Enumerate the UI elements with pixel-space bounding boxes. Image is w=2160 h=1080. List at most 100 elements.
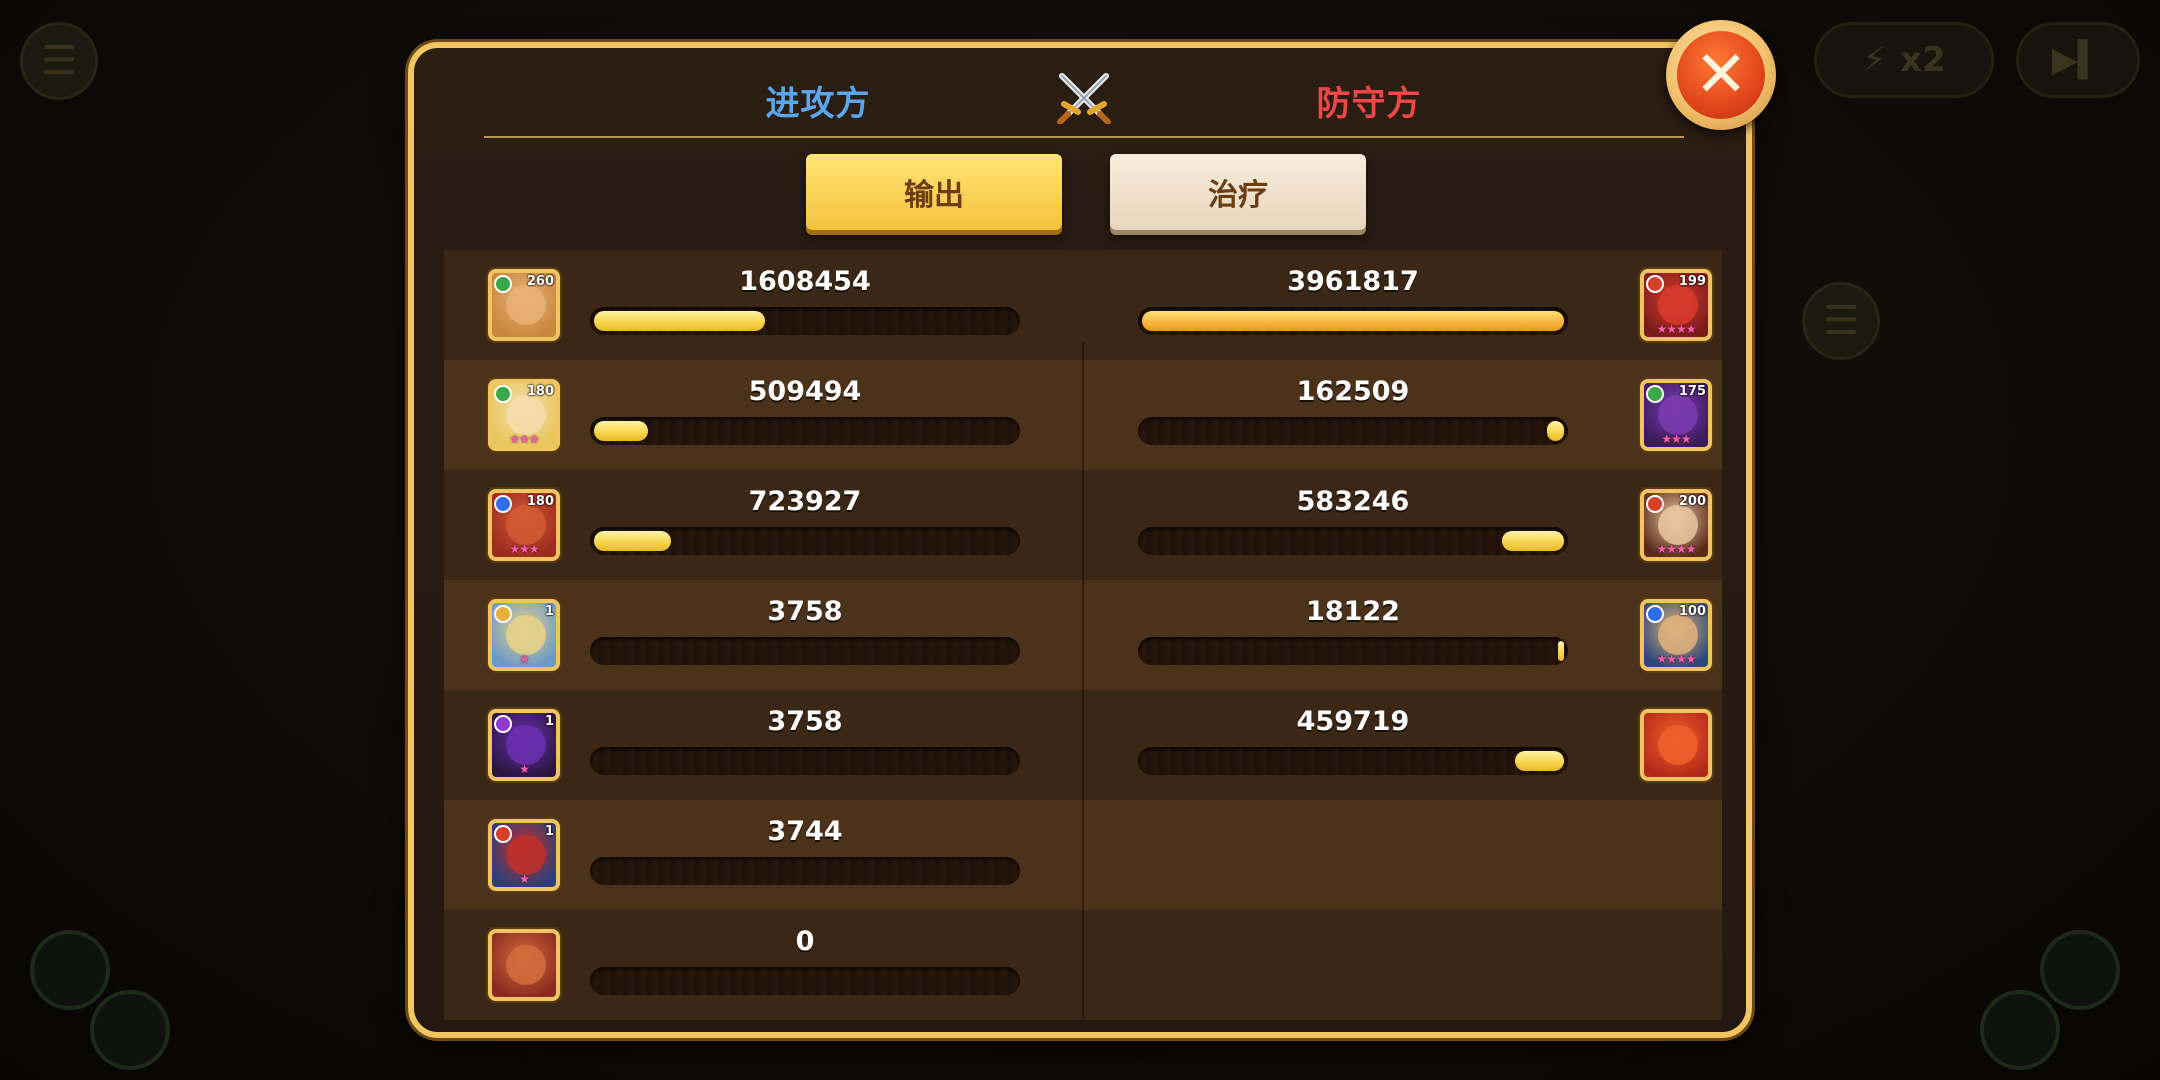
skill-orb-right-2: [1980, 990, 2060, 1070]
speed-button: ⚡ x2: [1814, 22, 1994, 98]
skill-orb-left: [30, 930, 110, 1010]
damage-value: 3961817: [1287, 266, 1419, 297]
hero-avatar[interactable]: 175 ★★★: [1640, 379, 1712, 451]
hero-level: 200: [1678, 494, 1706, 509]
hero-avatar[interactable]: 100 ★★★★: [1640, 599, 1712, 671]
battle-stats-panel: 进攻方 防守方 输出 治疗 0 1 ★ 3744 1 ★ 3758 459719 1 ★ 3758 1…: [408, 42, 1752, 1038]
damage-value: 509494: [748, 376, 862, 407]
defender-entry: 459719: [1102, 690, 1722, 800]
hero-avatar[interactable]: 1 ★: [488, 819, 560, 891]
damage-bar: [1138, 637, 1568, 665]
close-button[interactable]: ✕: [1666, 20, 1776, 130]
hero-level: 175: [1678, 384, 1706, 399]
faction-icon: [1646, 385, 1664, 403]
skip-button: ▶▍: [2016, 22, 2140, 98]
hero-stars: ★★★★: [1656, 322, 1696, 336]
hero-level: 180: [526, 384, 554, 399]
hero-avatar[interactable]: [1640, 709, 1712, 781]
damage-bar-fill: [1142, 311, 1564, 331]
hero-stars: ★★★: [509, 542, 539, 556]
hero-avatar[interactable]: 180 ★★★: [488, 379, 560, 451]
attacker-entry: 180 ★★★ 723927: [444, 470, 1064, 580]
hero-portrait-icon: [1658, 395, 1698, 435]
hero-level: 1: [544, 604, 554, 619]
attacker-entry: 1 ★ 3758: [444, 580, 1064, 690]
attacker-entry: 260 1608454: [444, 250, 1064, 360]
hero-portrait-icon: [506, 945, 546, 985]
stats-table: 0 1 ★ 3744 1 ★ 3758 459719 1 ★ 3758 100 ★★★★ 18122 180…: [444, 250, 1722, 1020]
hero-avatar[interactable]: 260: [488, 269, 560, 341]
damage-bar: [590, 857, 1020, 885]
hero-portrait-icon: [506, 835, 546, 875]
damage-bar: [590, 747, 1020, 775]
damage-bar-fill: [1547, 421, 1564, 441]
damage-value: 0: [795, 926, 815, 957]
hero-portrait-icon: [506, 395, 546, 435]
hero-portrait-icon: [506, 615, 546, 655]
skill-orb-right: [2040, 930, 2120, 1010]
hero-level: 180: [526, 494, 554, 509]
damage-bar-fill: [594, 311, 765, 331]
damage-value: 3744: [767, 816, 843, 847]
tab-heal[interactable]: 治疗: [1110, 154, 1366, 230]
hero-portrait-icon: [1658, 505, 1698, 545]
hero-stars: ★★★★: [1656, 652, 1696, 666]
hero-level: 100: [1678, 604, 1706, 619]
faction-icon: [494, 715, 512, 733]
attacker-entry: 1 ★ 3744: [444, 800, 1064, 910]
damage-value: 3758: [767, 706, 843, 737]
panel-header: 进攻方 防守方: [414, 48, 1746, 140]
crossed-swords-icon: [1057, 73, 1111, 124]
damage-bar: [1138, 747, 1568, 775]
damage-bar-fill: [1515, 751, 1564, 771]
hero-portrait-icon: [506, 725, 546, 765]
damage-value: 459719: [1296, 706, 1410, 737]
damage-bar: [590, 637, 1020, 665]
tab-damage[interactable]: 输出: [806, 154, 1062, 230]
damage-value: 162509: [1296, 376, 1410, 407]
hero-stars: ★: [519, 652, 530, 666]
damage-value: 1608454: [739, 266, 871, 297]
hero-avatar[interactable]: [488, 929, 560, 1001]
hero-stars: ★★★: [1661, 432, 1691, 446]
defender-entry: 100 ★★★★ 18122: [1102, 580, 1722, 690]
hero-stars: ★★★★: [1656, 542, 1696, 556]
damage-bar: [1138, 527, 1568, 555]
hero-avatar[interactable]: 180 ★★★: [488, 489, 560, 561]
faction-icon: [494, 275, 512, 293]
lightning-icon: ⚡: [1862, 40, 1887, 80]
hero-portrait-icon: [506, 285, 546, 325]
hero-stars: ★: [519, 762, 530, 776]
defender-entry: 200 ★★★★ 583246: [1102, 470, 1722, 580]
faction-icon: [494, 385, 512, 403]
hero-avatar[interactable]: 200 ★★★★: [1640, 489, 1712, 561]
hero-avatar[interactable]: 1 ★: [488, 709, 560, 781]
hero-portrait-icon: [1658, 615, 1698, 655]
faction-icon: [494, 825, 512, 843]
attacker-entry: 180 ★★★ 509494: [444, 360, 1064, 470]
damage-value: 18122: [1306, 596, 1400, 627]
attacker-title: 进攻方: [765, 84, 871, 124]
hero-avatar[interactable]: 1 ★: [488, 599, 560, 671]
hero-avatar[interactable]: 199 ★★★★: [1640, 269, 1712, 341]
hero-stars: ★: [519, 872, 530, 886]
faction-icon: [1646, 605, 1664, 623]
faction-icon: [1646, 495, 1664, 513]
damage-value: 723927: [748, 486, 862, 517]
hero-portrait-icon: [506, 505, 546, 545]
hero-level: 199: [1678, 274, 1706, 289]
menu-icon: ☰: [41, 38, 77, 84]
defender-entry: 199 ★★★★ 3961817: [1102, 250, 1722, 360]
attacker-entry: 0: [444, 910, 1064, 1020]
faction-icon: [494, 605, 512, 623]
skip-icon: ▶▍: [2051, 40, 2105, 80]
hero-portrait-icon: [1658, 285, 1698, 325]
damage-bar: [590, 307, 1020, 335]
damage-bar-fill: [1558, 641, 1564, 661]
hero-level: 260: [526, 274, 554, 289]
header-divider: [484, 136, 1684, 138]
damage-value: 583246: [1296, 486, 1410, 517]
defender-title: 防守方: [1316, 84, 1422, 124]
list-icon: ☰: [1823, 298, 1859, 344]
damage-bar-fill: [1502, 531, 1564, 551]
